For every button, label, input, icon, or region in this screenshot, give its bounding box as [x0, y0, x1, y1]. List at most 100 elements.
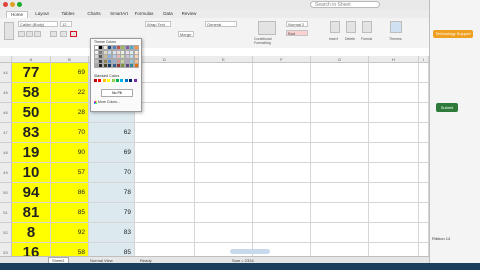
empty-cell[interactable] — [369, 223, 419, 243]
cell-a[interactable]: 77 — [12, 63, 51, 83]
empty-cell[interactable] — [195, 63, 253, 83]
cell-c[interactable]: 70 — [89, 163, 135, 183]
empty-cell[interactable] — [369, 183, 419, 203]
empty-cell[interactable] — [311, 83, 369, 103]
row-header[interactable]: 44 — [0, 63, 12, 83]
font-name-select[interactable]: Calibri (Body) — [18, 21, 58, 27]
tab-smartart[interactable]: SmartArt — [108, 11, 130, 17]
row-header[interactable]: 45 — [0, 83, 12, 103]
empty-cell[interactable] — [253, 83, 311, 103]
cell-b[interactable]: 86 — [51, 183, 89, 203]
empty-cell[interactable] — [253, 203, 311, 223]
borders-button[interactable] — [50, 31, 57, 37]
cell-b[interactable]: 22 — [51, 83, 89, 103]
empty-cell[interactable] — [311, 183, 369, 203]
cell-b[interactable]: 70 — [51, 123, 89, 143]
style-normal-2[interactable]: Normal 2 — [286, 21, 308, 27]
fill-color-button[interactable] — [60, 31, 67, 37]
select-all-corner[interactable] — [0, 56, 12, 63]
color-swatch[interactable] — [102, 79, 106, 82]
color-swatch[interactable] — [116, 79, 119, 82]
column-header-i[interactable]: I — [419, 56, 429, 63]
tab-layout[interactable]: Layout — [32, 11, 52, 17]
empty-cell[interactable] — [253, 163, 311, 183]
cell-a[interactable]: 8 — [12, 223, 51, 243]
format-button[interactable] — [362, 21, 372, 33]
empty-cell[interactable] — [419, 103, 429, 123]
column-header-a[interactable]: A — [12, 56, 51, 63]
empty-cell[interactable] — [369, 83, 419, 103]
row-header[interactable]: 47 — [0, 123, 12, 143]
empty-cell[interactable] — [253, 123, 311, 143]
tab-charts[interactable]: Charts — [84, 11, 104, 17]
color-swatch[interactable] — [120, 79, 124, 82]
row-header[interactable]: 51 — [0, 203, 12, 223]
column-header-d[interactable]: D — [135, 56, 195, 63]
cell-a[interactable]: 19 — [12, 143, 51, 163]
empty-cell[interactable] — [369, 143, 419, 163]
no-fill-button[interactable]: No Fill — [101, 89, 133, 97]
number-format-select[interactable]: General — [205, 21, 237, 27]
cell-a[interactable]: 58 — [12, 83, 51, 103]
cell-b[interactable]: 85 — [51, 203, 89, 223]
empty-cell[interactable] — [311, 143, 369, 163]
row-header[interactable]: 50 — [0, 183, 12, 203]
window-dot-red[interactable] — [3, 2, 8, 7]
row-header[interactable]: 52 — [0, 223, 12, 243]
empty-cell[interactable] — [253, 183, 311, 203]
cell-c[interactable]: 62 — [89, 123, 135, 143]
font-size-select[interactable]: 12 — [60, 21, 72, 27]
empty-cell[interactable] — [135, 163, 195, 183]
column-header-h[interactable]: H — [369, 56, 419, 63]
cell-c[interactable]: 83 — [89, 223, 135, 243]
empty-cell[interactable] — [135, 143, 195, 163]
cell-a[interactable]: 81 — [12, 203, 51, 223]
worksheet-grid[interactable]: 44 77 69 45 58 22 46 50 28 47 83 70 62 48 19 90 69 49 10 57… — [0, 63, 429, 263]
empty-cell[interactable] — [311, 103, 369, 123]
color-swatch[interactable] — [107, 79, 111, 82]
empty-cell[interactable] — [135, 223, 195, 243]
empty-cell[interactable] — [419, 63, 429, 83]
empty-cell[interactable] — [195, 183, 253, 203]
row-header[interactable]: 49 — [0, 163, 12, 183]
bold-button[interactable] — [18, 31, 25, 37]
empty-cell[interactable] — [419, 83, 429, 103]
tab-tables[interactable]: Tables — [58, 11, 78, 17]
conditional-formatting-button[interactable] — [258, 21, 276, 35]
wrap-text-button[interactable]: Wrap Text — [145, 21, 171, 27]
empty-cell[interactable] — [369, 203, 419, 223]
empty-cell[interactable] — [195, 203, 253, 223]
color-swatch[interactable] — [129, 79, 133, 82]
empty-cell[interactable] — [253, 223, 311, 243]
cell-c[interactable]: 79 — [89, 203, 135, 223]
underline-button[interactable] — [34, 31, 41, 37]
empty-cell[interactable] — [135, 103, 195, 123]
tab-formulas[interactable]: Formulas — [133, 11, 155, 17]
submit-button[interactable]: Submit — [436, 103, 458, 112]
empty-cell[interactable] — [419, 163, 429, 183]
empty-cell[interactable] — [311, 223, 369, 243]
empty-cell[interactable] — [135, 183, 195, 203]
cell-b[interactable]: 92 — [51, 223, 89, 243]
paste-button[interactable] — [4, 22, 14, 40]
merge-button[interactable]: Merge — [178, 31, 194, 37]
color-swatch[interactable] — [133, 79, 137, 82]
color-swatch[interactable] — [94, 79, 97, 82]
empty-cell[interactable] — [253, 103, 311, 123]
empty-cell[interactable] — [253, 143, 311, 163]
empty-cell[interactable] — [253, 63, 311, 83]
empty-cell[interactable] — [195, 123, 253, 143]
tab-data[interactable]: Data — [160, 11, 176, 17]
cell-b[interactable]: 69 — [51, 63, 89, 83]
empty-cell[interactable] — [135, 83, 195, 103]
column-header-e[interactable]: E — [195, 56, 253, 63]
empty-cell[interactable] — [369, 123, 419, 143]
cell-a[interactable]: 94 — [12, 183, 51, 203]
empty-cell[interactable] — [195, 143, 253, 163]
tab-review[interactable]: Review — [180, 11, 198, 17]
tab-home[interactable]: Home — [6, 11, 28, 18]
empty-cell[interactable] — [419, 203, 429, 223]
cell-a[interactable]: 50 — [12, 103, 51, 123]
empty-cell[interactable] — [369, 163, 419, 183]
empty-cell[interactable] — [419, 143, 429, 163]
